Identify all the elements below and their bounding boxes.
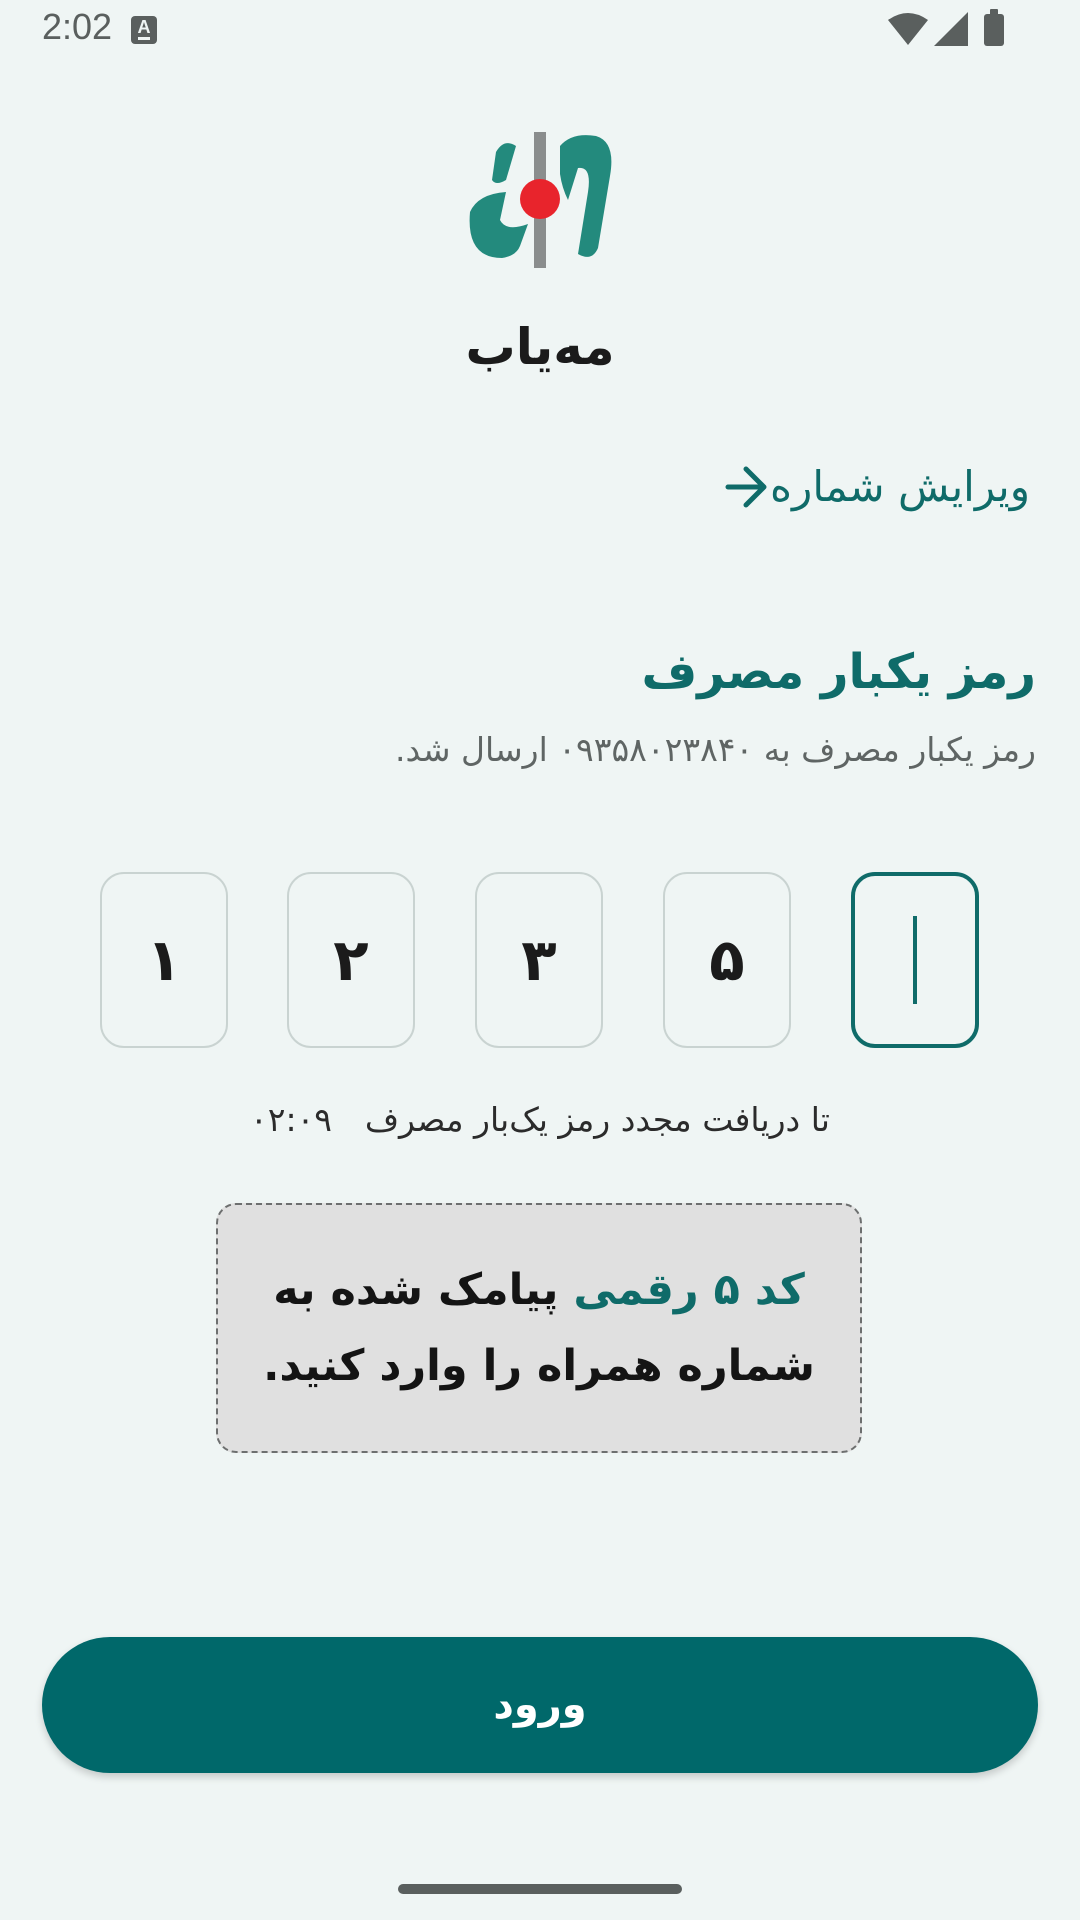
otp-digit: ۲ xyxy=(333,926,369,994)
resend-label: تا دریافت مجدد رمز یک‌بار مصرف xyxy=(364,1100,830,1139)
hint-text: کد ۵ رقمی پیامک شده به شماره همراه را وا… xyxy=(258,1252,820,1404)
resend-timer: ۰۲:۰۹ xyxy=(250,1100,333,1139)
logo-icon xyxy=(469,132,612,268)
otp-digit-box-4[interactable]: ۵ xyxy=(663,872,791,1048)
hint-box: کد ۵ رقمی پیامک شده به شماره همراه را وا… xyxy=(216,1203,862,1453)
otp-digit-box-2[interactable]: ۲ xyxy=(287,872,415,1048)
otp-digit-box-3[interactable]: ۳ xyxy=(475,872,603,1048)
resend-row: تا دریافت مجدد رمز یک‌بار مصرف ۰۲:۰۹ xyxy=(250,1100,830,1139)
wifi-icon xyxy=(888,13,928,45)
otp-subtitle: رمز یکبار مصرف به ۰۹۳۵۸۰۲۳۸۴۰ ارسال شد. xyxy=(395,730,1036,769)
otp-digit-box-5[interactable] xyxy=(851,872,979,1048)
a-icon: A xyxy=(131,16,157,44)
battery-icon xyxy=(984,9,1004,46)
login-button[interactable]: ورود xyxy=(42,1637,1038,1773)
otp-digit: ۱ xyxy=(146,926,182,994)
text-cursor xyxy=(913,916,917,1004)
signal-icon xyxy=(934,12,968,46)
edit-number-link[interactable]: ویرایش شماره xyxy=(700,462,1030,511)
otp-digit-box-1[interactable]: ۱ xyxy=(100,872,228,1048)
arrow-right-icon xyxy=(725,466,767,507)
login-button-label: ورود xyxy=(493,1682,587,1728)
otp-digit: ۵ xyxy=(709,926,745,994)
hint-accent: کد ۵ رقمی xyxy=(573,1265,805,1315)
edit-number-label: ویرایش شماره xyxy=(770,462,1030,511)
brand-name: مه‌یاب xyxy=(465,318,615,376)
otp-title: رمز یکبار مصرف xyxy=(641,644,1036,700)
status-time: 2:02 xyxy=(42,6,113,47)
home-indicator[interactable] xyxy=(398,1884,682,1894)
status-bar: 2:02 A xyxy=(0,0,1080,62)
otp-digit: ۳ xyxy=(521,926,557,994)
